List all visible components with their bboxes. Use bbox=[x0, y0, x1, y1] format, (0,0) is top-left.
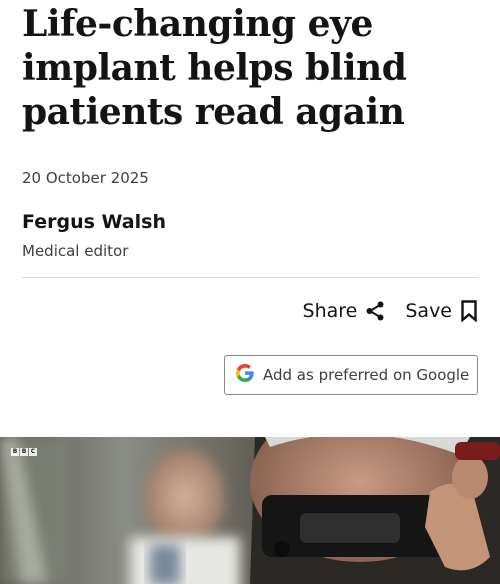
google-button-label: Add as preferred on Google bbox=[263, 366, 470, 384]
bbc-logo-letter: C bbox=[29, 448, 37, 456]
share-button[interactable]: Share bbox=[303, 298, 386, 324]
bookmark-icon bbox=[460, 300, 478, 322]
article-actions: Share Save bbox=[303, 298, 478, 324]
save-button[interactable]: Save bbox=[405, 298, 478, 324]
bbc-logo: B B C bbox=[11, 448, 37, 456]
article-headline: Life-changing eye implant helps blind pa… bbox=[22, 3, 407, 133]
publish-date: 20 October 2025 bbox=[22, 169, 149, 187]
save-label: Save bbox=[405, 300, 452, 322]
hero-photo bbox=[0, 437, 500, 584]
bbc-logo-letter: B bbox=[11, 448, 19, 456]
author-role: Medical editor bbox=[22, 242, 129, 260]
google-g-icon bbox=[236, 364, 254, 386]
bbc-logo-letter: B bbox=[20, 448, 28, 456]
byline-divider bbox=[22, 277, 478, 278]
share-icon bbox=[365, 301, 385, 321]
author-name[interactable]: Fergus Walsh bbox=[22, 209, 166, 235]
add-preferred-google-button[interactable]: Add as preferred on Google bbox=[224, 355, 478, 395]
share-label: Share bbox=[302, 300, 358, 322]
article-hero-image[interactable]: B B C bbox=[0, 437, 500, 584]
